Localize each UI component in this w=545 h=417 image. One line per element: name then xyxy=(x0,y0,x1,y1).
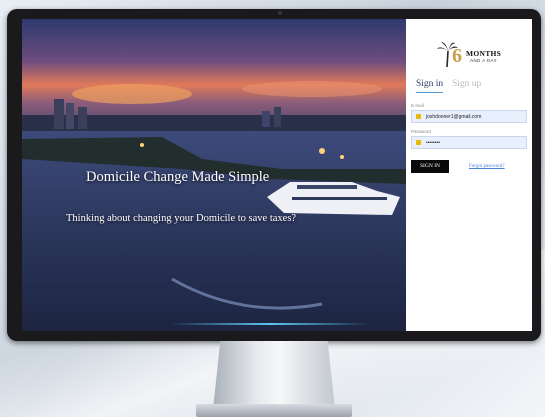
logo-tagline: AND A DAY xyxy=(470,58,498,63)
yacht-windows xyxy=(292,197,387,200)
logo-numeral: 6 xyxy=(452,45,462,67)
light xyxy=(340,155,344,159)
forgot-password-link[interactable]: Forgot password? xyxy=(469,164,505,169)
tower xyxy=(262,111,270,127)
bezel-glow xyxy=(170,323,370,325)
light xyxy=(140,143,144,147)
monitor-stand xyxy=(213,341,335,409)
tower xyxy=(78,107,87,129)
screen: Domicile Change Made Simple Thinking abo… xyxy=(22,19,532,331)
password-value: •••••••• xyxy=(426,140,441,146)
password-label: Password xyxy=(411,129,431,134)
tab-sign-up[interactable]: Sign up xyxy=(452,79,481,89)
hero-image: Domicile Change Made Simple Thinking abo… xyxy=(22,19,406,331)
tab-sign-in[interactable]: Sign in xyxy=(416,79,444,93)
logo-wordmark: MONTHS xyxy=(466,49,502,58)
key-icon xyxy=(416,114,421,119)
tower xyxy=(66,103,74,129)
email-value: joshdonner1@gmail.com xyxy=(426,114,482,120)
sunset-cloud xyxy=(72,84,192,104)
sign-in-button[interactable]: SIGN IN xyxy=(411,160,449,173)
webcam-dot xyxy=(278,11,282,15)
brand-logo[interactable]: 6 MONTHS AND A DAY xyxy=(436,41,506,69)
hero-headline: Domicile Change Made Simple xyxy=(86,169,270,185)
tower xyxy=(54,99,64,129)
email-field[interactable]: joshdonner1@gmail.com xyxy=(411,110,527,123)
key-icon xyxy=(416,140,421,145)
email-label: E-mail xyxy=(411,103,424,108)
monitor-frame: Domicile Change Made Simple Thinking abo… xyxy=(7,9,541,341)
monitor-base xyxy=(196,404,352,417)
light xyxy=(319,148,325,154)
tower xyxy=(274,107,281,127)
yacht-windows xyxy=(297,185,357,189)
password-field[interactable]: •••••••• xyxy=(411,136,527,149)
auth-tabs: Sign in Sign up xyxy=(414,79,526,97)
sunset-cloud xyxy=(242,81,382,97)
auth-panel: 6 MONTHS AND A DAY Sign in Sign up E-mai… xyxy=(406,19,532,331)
hero-subline: Thinking about changing your Domicile to… xyxy=(66,213,297,224)
